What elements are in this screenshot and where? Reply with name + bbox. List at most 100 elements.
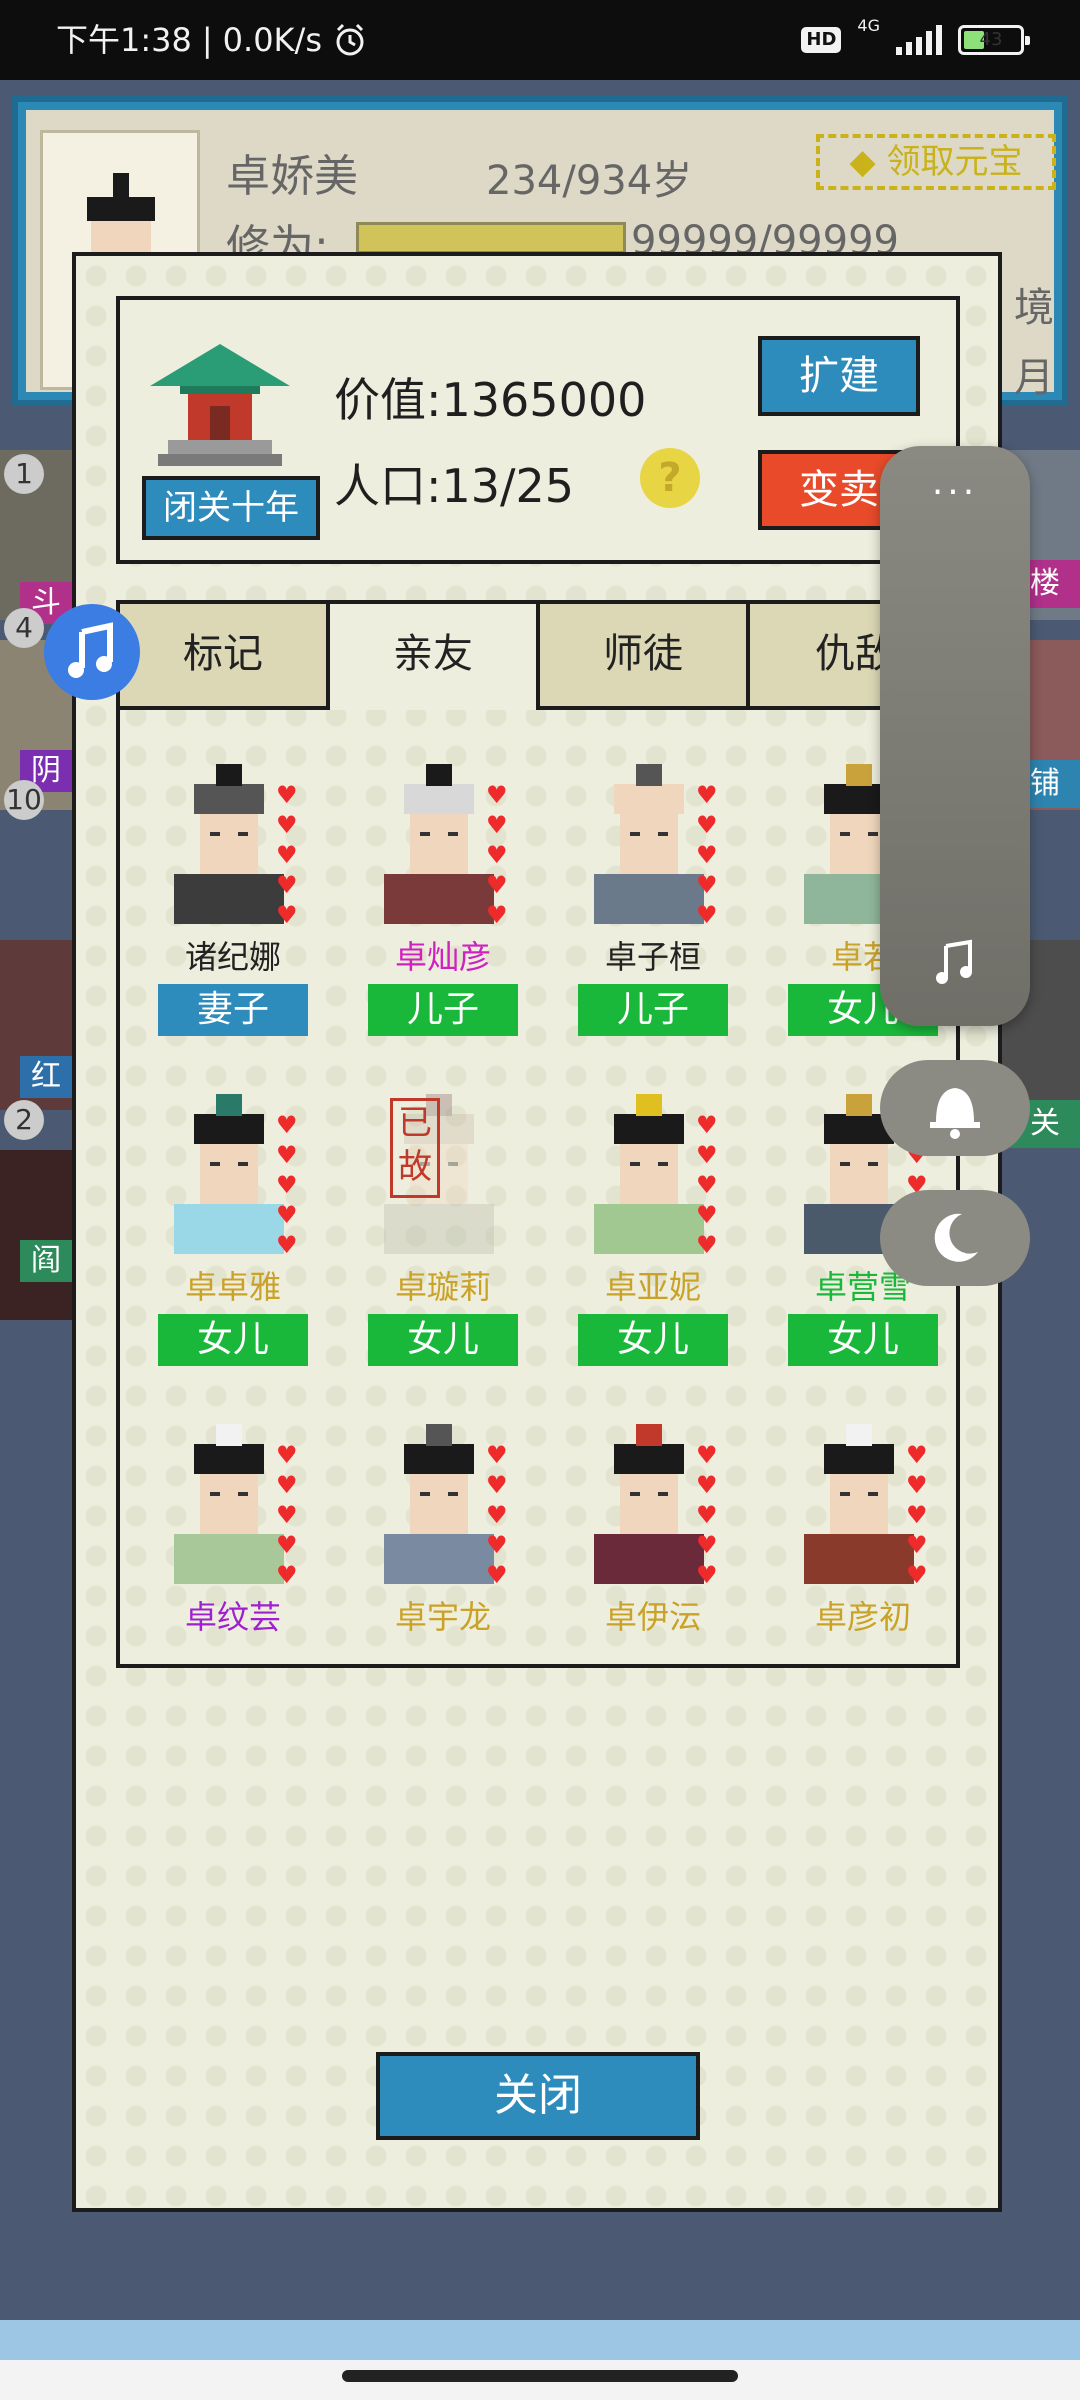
more-icon[interactable]: ··· xyxy=(880,472,1030,513)
member-relation-badge: 女儿 xyxy=(578,1314,728,1366)
family-member-grid: ♥♥♥♥♥诸纪娜妻子♥♥♥♥♥卓灿彦儿子♥♥♥♥♥卓子桓儿子♥♥♥♥♥卓若女儿♥… xyxy=(120,710,956,1664)
value-label: 价值: xyxy=(334,373,442,427)
cave-dwelling-dialog: 闭关十年 价值:1365000 人口:13/25 ? 扩建 变卖 标记 亲友 师… xyxy=(72,252,1002,2212)
heart-icon: ♥ xyxy=(486,1531,508,1559)
value-number: 1365000 xyxy=(441,373,647,427)
family-member-card[interactable]: ♥ ♥ ♥ ♥ ♥ 卓伊沄 xyxy=(578,1414,728,1664)
family-member-card[interactable]: ♥ ♥ ♥ ♥ ♥ 卓亚妮 女儿 xyxy=(578,1084,728,1384)
close-button[interactable]: 关闭 xyxy=(376,2052,700,2140)
heart-icon: ♥ xyxy=(276,1501,298,1529)
bell-icon xyxy=(930,1088,980,1139)
heart-icon: ♥ xyxy=(276,1141,298,1169)
realm-text: 境 xyxy=(1014,285,1054,331)
member-portrait xyxy=(174,1094,284,1254)
heart-icon: ♥ xyxy=(486,841,508,869)
member-portrait xyxy=(804,1424,914,1584)
heart-icon: ♥ xyxy=(906,1561,928,1589)
network-type: 4G xyxy=(857,16,880,35)
member-name: 卓子桓 xyxy=(604,938,701,976)
family-member-card[interactable]: 已故 卓璇莉 女儿 xyxy=(368,1084,518,1384)
member-name: 卓璇莉 xyxy=(394,1268,491,1306)
heart-icon: ♥ xyxy=(696,901,718,929)
relation-tabs: 标记 亲友 师徒 仇敌 xyxy=(120,604,956,710)
signal-icon xyxy=(896,25,942,55)
heart-icon: ♥ xyxy=(696,1141,718,1169)
heart-icon: ♥ xyxy=(276,1201,298,1229)
alarm-icon xyxy=(336,23,364,56)
heart-icon: ♥ xyxy=(696,1111,718,1139)
heart-icon: ♥ xyxy=(696,1471,718,1499)
member-name: 诸纪娜 xyxy=(184,938,281,976)
notification-toggle[interactable] xyxy=(880,1060,1030,1156)
member-relation-badge: 儿子 xyxy=(578,984,728,1036)
row-number: 2 xyxy=(4,1100,44,1140)
member-name: 卓亚妮 xyxy=(604,1268,701,1306)
heart-icon: ♥ xyxy=(276,841,298,869)
row-number: 4 xyxy=(4,608,44,648)
heart-icon: ♥ xyxy=(276,1561,298,1589)
battery-icon: 43 xyxy=(958,25,1030,55)
claim-yuanbao-label: 领取元宝 xyxy=(886,142,1023,182)
row-tag: 阎 xyxy=(20,1240,72,1282)
moon-icon xyxy=(934,1213,978,1262)
tab-master-disciple[interactable]: 师徒 xyxy=(540,604,750,710)
member-name: 卓伊沄 xyxy=(604,1598,701,1636)
help-icon[interactable]: ? xyxy=(640,448,700,508)
music-note-icon[interactable] xyxy=(928,934,982,988)
member-portrait xyxy=(174,764,284,924)
member-relation-badge: 女儿 xyxy=(368,1314,518,1366)
family-member-card[interactable]: ♥ ♥ ♥ ♥ ♥ 卓宇龙 xyxy=(368,1414,518,1664)
family-member-card[interactable]: ♥ ♥ ♥ ♥ ♥ 卓彦初 xyxy=(788,1414,938,1664)
claim-yuanbao-button[interactable]: ◆ 领取元宝 xyxy=(816,134,1056,190)
row-tag: 红 xyxy=(20,1056,72,1098)
member-name: 卓宇龙 xyxy=(394,1598,491,1636)
family-member-card[interactable]: ♥ ♥ ♥ ♥ ♥ 诸纪娜 妻子 xyxy=(158,754,308,1054)
family-member-card[interactable]: ♥ ♥ ♥ ♥ ♥ 卓灿彦 儿子 xyxy=(368,754,518,1054)
heart-icon: ♥ xyxy=(486,781,508,809)
family-member-card[interactable]: ♥ ♥ ♥ ♥ ♥ 卓纹芸 xyxy=(158,1414,308,1664)
member-relation-badge: 妻子 xyxy=(158,984,308,1036)
pagoda-icon xyxy=(150,344,290,466)
heart-icon: ♥ xyxy=(486,1441,508,1469)
tab-mark[interactable]: 标记 xyxy=(120,604,330,710)
member-portrait xyxy=(174,1424,284,1584)
row-number: 1 xyxy=(4,454,44,494)
affection-hearts: ♥♥♥♥♥ xyxy=(276,1110,306,1260)
heart-icon: ♥ xyxy=(696,1561,718,1589)
music-floating-button[interactable] xyxy=(44,604,140,700)
member-relation-badge: 儿子 xyxy=(368,984,518,1036)
heart-icon: ♥ xyxy=(906,1471,928,1499)
home-indicator[interactable] xyxy=(342,2370,738,2382)
expand-button[interactable]: 扩建 xyxy=(758,336,920,416)
night-mode-toggle[interactable] xyxy=(880,1190,1030,1286)
hero-age: 234/934岁 xyxy=(486,158,693,204)
tab-family[interactable]: 亲友 xyxy=(330,604,540,710)
dwelling-value: 价值:1365000 xyxy=(334,364,646,430)
row-number: 10 xyxy=(4,780,44,820)
heart-icon: ♥ xyxy=(276,1231,298,1259)
floating-toolbar[interactable]: ··· xyxy=(880,446,1030,1026)
heart-icon: ♥ xyxy=(486,1561,508,1589)
cultivation-bar xyxy=(356,222,626,254)
status-bar: 下午1:38 | 0.0K/s HD 4G 43 xyxy=(0,0,1080,80)
member-portrait xyxy=(384,764,494,924)
dwelling-info-box: 闭关十年 价值:1365000 人口:13/25 ? 扩建 变卖 xyxy=(116,296,960,564)
heart-icon: ♥ xyxy=(486,1501,508,1529)
heart-icon: ♥ xyxy=(276,1531,298,1559)
affection-hearts: ♥♥♥♥♥ xyxy=(486,1440,516,1590)
relations-list-box: 标记 亲友 师徒 仇敌 ♥ ♥ ♥ ♥ ♥ 诸纪娜 妻子 ♥ ♥ ♥ ♥ ♥ 卓灿彦 儿子 ♥ ♥ ♥ ♥ ♥ 卓子桓… xyxy=(116,600,960,1668)
affection-hearts: ♥♥♥♥♥ xyxy=(696,780,726,930)
heart-icon: ♥ xyxy=(276,901,298,929)
member-name: 卓卓雅 xyxy=(184,1268,281,1306)
ingot-icon: ◆ xyxy=(849,142,887,182)
family-member-card[interactable]: ♥ ♥ ♥ ♥ ♥ 卓卓雅女儿 xyxy=(158,1084,308,1384)
month-text: 月 xyxy=(1014,355,1054,401)
seclusion-ten-years-button[interactable]: 闭关十年 xyxy=(142,476,320,540)
heart-icon: ♥ xyxy=(486,871,508,899)
heart-icon: ♥ xyxy=(276,1471,298,1499)
heart-icon: ♥ xyxy=(276,781,298,809)
family-member-card[interactable]: ♥ ♥ ♥ ♥ ♥ 卓子桓儿子 xyxy=(578,754,728,1054)
member-relation-badge: 女儿 xyxy=(158,1314,308,1366)
heart-icon: ♥ xyxy=(906,1531,928,1559)
dwelling-population: 人口:13/25 xyxy=(334,450,574,516)
